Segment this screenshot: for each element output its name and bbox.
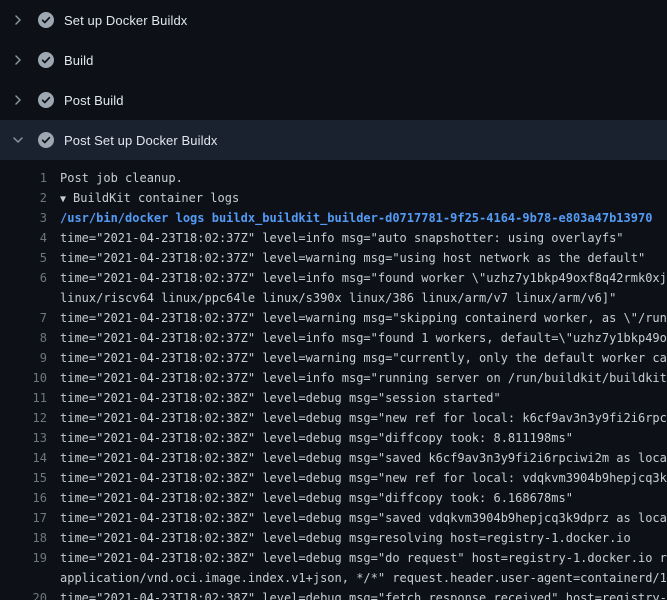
log-text: application/vnd.oci.image.index.v1+json,…	[47, 568, 667, 588]
log-text: Post job cleanup.	[47, 168, 183, 188]
step-post-set-up-docker-buildx[interactable]: Post Set up Docker Buildx	[0, 120, 667, 160]
line-number[interactable]: 9	[0, 348, 47, 368]
check-circle-icon	[38, 132, 54, 148]
line-number[interactable]: 12	[0, 408, 47, 428]
line-number[interactable]: 15	[0, 468, 47, 488]
log-text: time="2021-04-23T18:02:37Z" level=warnin…	[47, 248, 645, 268]
log-text: time="2021-04-23T18:02:38Z" level=debug …	[47, 448, 667, 468]
log-line: 7 time="2021-04-23T18:02:37Z" level=warn…	[0, 308, 667, 328]
step-label: Post Build	[64, 93, 124, 108]
log-line: 1 Post job cleanup.	[0, 168, 667, 188]
step-label: Set up Docker Buildx	[64, 13, 187, 28]
line-number	[0, 288, 47, 308]
log-text: time="2021-04-23T18:02:37Z" level=info m…	[47, 328, 667, 348]
log-line-continuation: linux/riscv64 linux/ppc64le linux/s390x …	[0, 288, 667, 308]
check-circle-icon	[38, 12, 54, 28]
command-text: /usr/bin/docker logs buildx_buildkit_bui…	[47, 208, 652, 228]
log-line: 5 time="2021-04-23T18:02:37Z" level=warn…	[0, 248, 667, 268]
log-line: 19 time="2021-04-23T18:02:38Z" level=deb…	[0, 548, 667, 568]
group-title: BuildKit container logs	[73, 191, 239, 205]
line-number[interactable]: 1	[0, 168, 47, 188]
log-line: 16 time="2021-04-23T18:02:38Z" level=deb…	[0, 488, 667, 508]
log-line: 13 time="2021-04-23T18:02:38Z" level=deb…	[0, 428, 667, 448]
log-text: time="2021-04-23T18:02:38Z" level=debug …	[47, 468, 667, 488]
log-text: time="2021-04-23T18:02:37Z" level=info m…	[47, 228, 624, 248]
log-text: time="2021-04-23T18:02:37Z" level=warnin…	[47, 348, 667, 368]
line-number[interactable]: 14	[0, 448, 47, 468]
line-number	[0, 568, 47, 588]
log-group-line: 2 ▼ BuildKit container logs	[0, 188, 667, 208]
log-text: time="2021-04-23T18:02:38Z" level=debug …	[47, 548, 667, 568]
log-panel: 1 Post job cleanup. 2 ▼ BuildKit containe…	[0, 160, 667, 600]
step-label: Post Set up Docker Buildx	[64, 133, 218, 148]
log-text: time="2021-04-23T18:02:38Z" level=debug …	[47, 428, 573, 448]
log-line: 14 time="2021-04-23T18:02:38Z" level=deb…	[0, 448, 667, 468]
log-text: time="2021-04-23T18:02:37Z" level=warnin…	[47, 308, 667, 328]
log-text: time="2021-04-23T18:02:38Z" level=debug …	[47, 588, 667, 600]
log-text: time="2021-04-23T18:02:38Z" level=debug …	[47, 408, 667, 428]
line-number[interactable]: 2	[0, 188, 47, 208]
log-line: 10 time="2021-04-23T18:02:37Z" level=inf…	[0, 368, 667, 388]
line-number[interactable]: 16	[0, 488, 47, 508]
log-group: ▼ BuildKit container logs	[47, 188, 239, 208]
log-text: time="2021-04-23T18:02:38Z" level=debug …	[47, 528, 631, 548]
line-number[interactable]: 3	[0, 208, 47, 228]
check-circle-icon	[38, 52, 54, 68]
log-line: 18 time="2021-04-23T18:02:38Z" level=deb…	[0, 528, 667, 548]
log-line: 17 time="2021-04-23T18:02:38Z" level=deb…	[0, 508, 667, 528]
log-line: 6 time="2021-04-23T18:02:37Z" level=info…	[0, 268, 667, 288]
group-toggle-icon[interactable]: ▼	[60, 194, 66, 205]
line-number[interactable]: 17	[0, 508, 47, 528]
log-command-line: 3 /usr/bin/docker logs buildx_buildkit_b…	[0, 208, 667, 228]
log-line: 20 time="2021-04-23T18:02:38Z" level=deb…	[0, 588, 667, 600]
line-number[interactable]: 4	[0, 228, 47, 248]
log-line-continuation: application/vnd.oci.image.index.v1+json,…	[0, 568, 667, 588]
line-number[interactable]: 13	[0, 428, 47, 448]
line-number[interactable]: 10	[0, 368, 47, 388]
log-text: time="2021-04-23T18:02:38Z" level=debug …	[47, 488, 573, 508]
log-line: 4 time="2021-04-23T18:02:37Z" level=info…	[0, 228, 667, 248]
check-circle-icon	[38, 92, 54, 108]
step-post-build[interactable]: Post Build	[0, 80, 667, 120]
line-number[interactable]: 20	[0, 588, 47, 600]
chevron-down-icon	[10, 132, 26, 148]
log-line: 12 time="2021-04-23T18:02:38Z" level=deb…	[0, 408, 667, 428]
log-text: time="2021-04-23T18:02:38Z" level=debug …	[47, 388, 501, 408]
log-text: time="2021-04-23T18:02:37Z" level=info m…	[47, 268, 667, 288]
log-line: 11 time="2021-04-23T18:02:38Z" level=deb…	[0, 388, 667, 408]
step-set-up-docker-buildx[interactable]: Set up Docker Buildx	[0, 0, 667, 40]
chevron-right-icon	[10, 52, 26, 68]
line-number[interactable]: 18	[0, 528, 47, 548]
line-number[interactable]: 7	[0, 308, 47, 328]
chevron-right-icon	[10, 92, 26, 108]
line-number[interactable]: 6	[0, 268, 47, 288]
line-number[interactable]: 19	[0, 548, 47, 568]
step-build[interactable]: Build	[0, 40, 667, 80]
log-text: time="2021-04-23T18:02:38Z" level=debug …	[47, 508, 667, 528]
chevron-right-icon	[10, 12, 26, 28]
line-number[interactable]: 5	[0, 248, 47, 268]
line-number[interactable]: 8	[0, 328, 47, 348]
log-line: 9 time="2021-04-23T18:02:37Z" level=warn…	[0, 348, 667, 368]
line-number[interactable]: 11	[0, 388, 47, 408]
log-text: linux/riscv64 linux/ppc64le linux/s390x …	[47, 288, 616, 308]
log-line: 8 time="2021-04-23T18:02:37Z" level=info…	[0, 328, 667, 348]
log-line: 15 time="2021-04-23T18:02:38Z" level=deb…	[0, 468, 667, 488]
log-text: time="2021-04-23T18:02:37Z" level=info m…	[47, 368, 667, 388]
step-label: Build	[64, 53, 93, 68]
